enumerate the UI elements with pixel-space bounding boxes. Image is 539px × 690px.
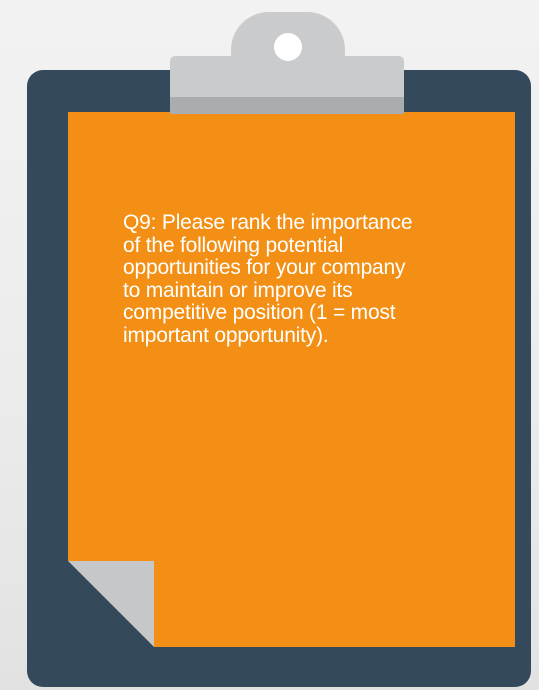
question-note: Q9: Please rank the importance of the fo… (68, 112, 515, 647)
question-text: Q9: Please rank the importance of the fo… (123, 211, 413, 347)
note-sheet-shape (68, 112, 515, 647)
